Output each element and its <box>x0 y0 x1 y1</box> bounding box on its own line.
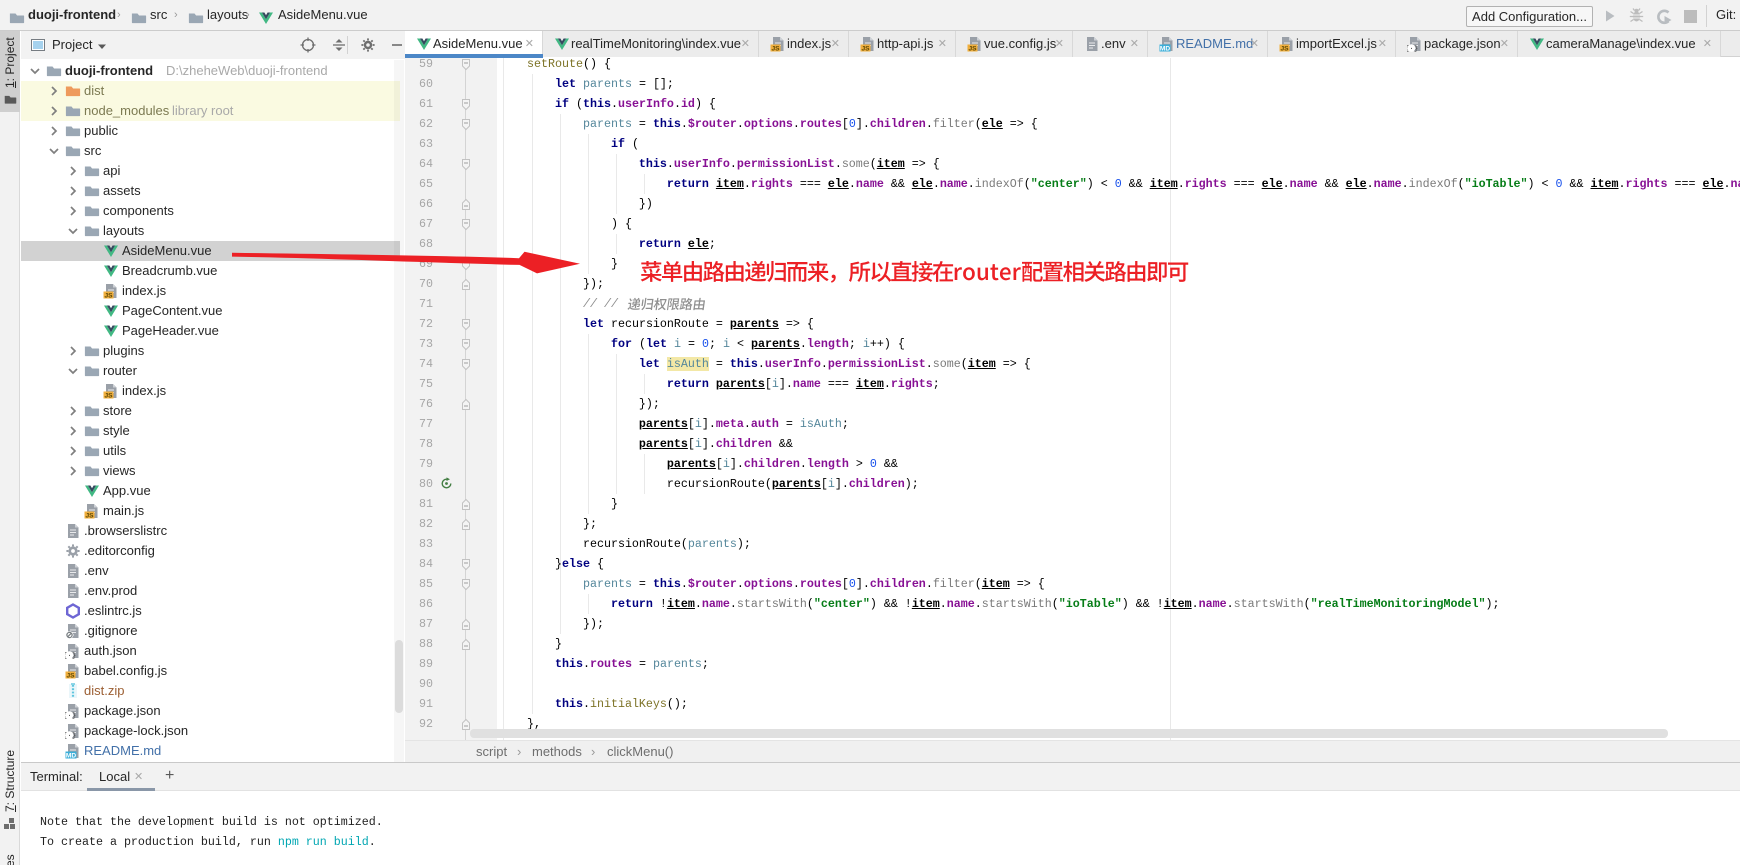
svg-text:JS: JS <box>104 292 113 299</box>
svg-text:JS: JS <box>1280 45 1289 52</box>
svg-text:{·}: {·} <box>65 733 76 739</box>
svg-text:JS: JS <box>861 45 870 52</box>
svg-text:{·}: {·} <box>65 653 76 659</box>
svg-text:JS: JS <box>771 45 780 52</box>
svg-text:MD: MD <box>66 752 76 759</box>
svg-text:MD: MD <box>1160 45 1170 52</box>
svg-text:JS: JS <box>66 672 75 679</box>
svg-text:{·}: {·} <box>65 713 76 719</box>
svg-text:{·}: {·} <box>1407 46 1418 52</box>
svg-text:JS: JS <box>968 45 977 52</box>
svg-text:JS: JS <box>85 512 94 519</box>
svg-text:JS: JS <box>104 392 113 399</box>
